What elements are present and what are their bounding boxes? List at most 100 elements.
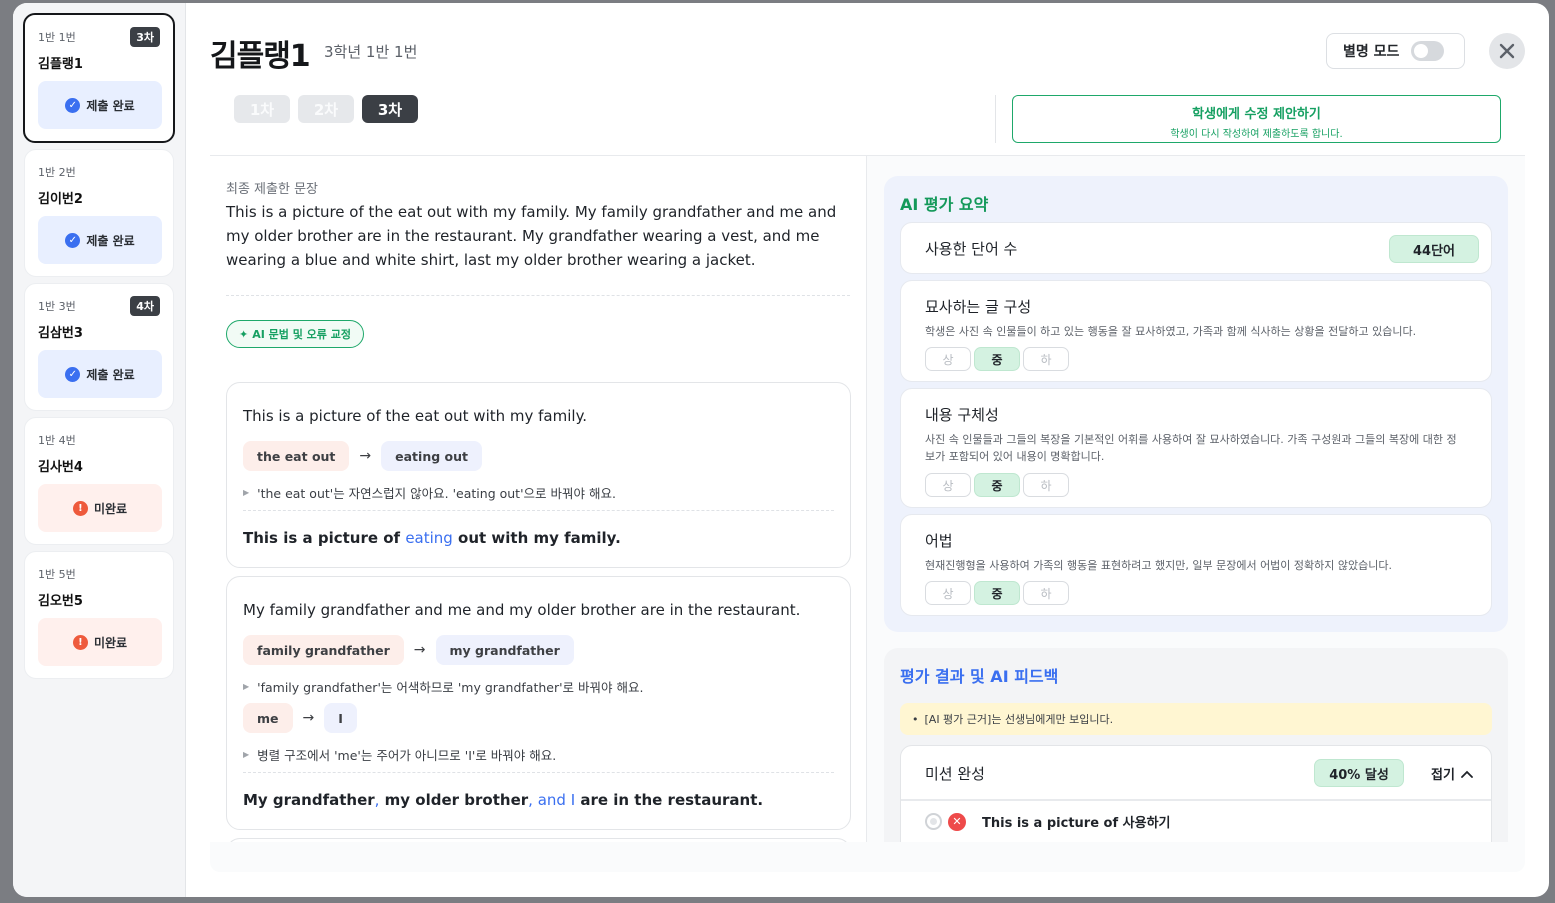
grade-mid[interactable]: 중 [974,347,1020,371]
bullet-triangle-icon: ▶ [243,682,250,691]
criteria-title: 내용 구체성 [925,406,999,424]
student-number: 1반 4번 [38,434,76,447]
bullet-triangle-icon: ▶ [243,750,250,759]
grade-mid[interactable]: 중 [974,473,1020,497]
fix-row: family grandfather → my grandfather [243,635,574,665]
status-label: 제출 완료 [86,98,135,113]
round-badge: 3차 [130,27,160,47]
corrected-phrase: I [324,703,357,733]
error-phrase: the eat out [243,441,350,471]
status-label: 제출 완료 [86,367,135,382]
student-number: 1반 1번 [38,31,76,44]
grade-low[interactable]: 하 [1023,581,1069,605]
student-name: 김사번4 [38,460,83,475]
round-toolbar: 1차 2차 3차 학생에게 수정 제안하기 학생이 다시 작성하여 제출하도록 … [210,83,1525,156]
correction-card: This is a picture of the eat out with my… [226,382,851,568]
corrected-sentence: This is a picture of eating out with my … [243,529,621,547]
grade-low[interactable]: 하 [1023,473,1069,497]
highlighted-fix: and I [532,791,576,809]
grade-high[interactable]: 상 [925,581,971,605]
student-detail-modal: 1반 1번 3차 김플랭1 ✓ 제출 완료 1반 2번 김이번2 ✓ 제출 완료… [13,3,1549,897]
suggest-revision-title: 학생에게 수정 제안하기 [1192,107,1321,122]
grade-high[interactable]: 상 [925,347,971,371]
tab-round-2[interactable]: 2차 [298,95,354,123]
chevron-up-icon [1461,770,1473,778]
status-label: 제출 완료 [86,233,135,248]
bullet-icon: • [912,712,919,726]
status-badge: ! 미완료 [38,618,162,666]
ai-correction-label: AI 문법 및 오류 교정 [252,328,351,341]
status-label: 미완료 [93,501,128,516]
highlighted-fix: eating [405,529,453,547]
page-title: 김플랭1 [210,39,311,74]
criteria-title: 묘사하는 글 구성 [925,298,1032,316]
mission-card: 미션 완성 40% 달성 접기 ✕ This is a picture of 사… [900,745,1492,842]
fix-row: the eat out → eating out [243,441,482,471]
grade-selector: 상 중 하 [925,581,1069,605]
criteria-description: 학생은 사진 속 인물들이 하고 있는 행동을 잘 묘사하였고, 가족과 함께 … [925,325,1417,338]
final-text: are in the restaurant. [575,791,764,809]
original-sentence: My family grandfather and me and my olde… [243,601,801,619]
toggle-switch[interactable] [1411,41,1445,61]
student-number: 1반 2번 [38,166,76,179]
student-card[interactable]: 1반 4번 김사번4 ! 미완료 [24,417,174,545]
status-label: 미완료 [93,635,128,650]
tab-round-1[interactable]: 1차 [234,95,290,123]
fix-explanation: ▶ 'the eat out'는 자연스럽지 않아요. 'eating out'… [243,483,616,502]
final-text: This is a picture of [243,529,406,547]
toolbar-divider [995,95,996,143]
suggest-revision-button[interactable]: 학생에게 수정 제안하기 학생이 다시 작성하여 제출하도록 합니다. [1012,95,1501,143]
student-name: 김오번5 [38,594,83,609]
corrected-phrase: my grandfather [435,635,574,665]
grade-selector: 상 중 하 [925,347,1069,371]
word-count-card: 사용한 단어 수 44단어 [900,222,1492,274]
collapse-button[interactable]: 접기 [1431,764,1473,783]
ai-summary-title: AI 평가 요약 [900,195,989,214]
alert-circle-icon: ! [72,634,88,650]
grade-mid[interactable]: 중 [974,581,1020,605]
student-card[interactable]: 1반 5번 김오번5 ! 미완료 [24,551,174,679]
criteria-description: 현재진행형을 사용하여 가족의 행동을 표현하려고 했지만, 일부 문장에서 어… [925,559,1392,572]
status-badge: ! 미완료 [38,484,162,532]
sparkle-icon: ✦ [239,327,249,341]
mission-item: ✕ This is a picture of 사용하기 [925,812,1171,831]
mission-title: 미션 완성 [925,765,985,783]
student-name: 김이번2 [38,192,83,207]
ai-correction-chip[interactable]: ✦ AI 문법 및 오류 교정 [226,320,364,348]
student-sidebar: 1반 1번 3차 김플랭1 ✓ 제출 완료 1반 2번 김이번2 ✓ 제출 완료… [13,3,186,897]
corrected-phrase: eating out [381,441,482,471]
tab-round-3[interactable]: 3차 [362,95,418,123]
radio-icon[interactable] [925,813,942,830]
close-button[interactable] [1489,33,1525,69]
page-subtitle: 3학년 1반 1번 [324,43,418,61]
explanation-text: 'family grandfather'는 어색하므로 'my grandfat… [257,680,644,695]
fail-x-icon: ✕ [948,812,966,831]
student-name: 김플랭1 [38,57,83,72]
submission-panel: 최종 제출한 문장 This is a picture of the eat o… [210,156,867,842]
divider [243,772,834,773]
final-text: My grandfather [243,791,375,809]
fix-explanation: ▶ 'family grandfather'는 어색하므로 'my grandf… [243,677,643,696]
correction-card [226,838,851,842]
student-number: 1반 3번 [38,300,76,313]
criteria-card: 묘사하는 글 구성 학생은 사진 속 인물들이 하고 있는 행동을 잘 묘사하였… [900,280,1492,382]
student-name: 김삼번3 [38,326,83,341]
anon-mode-toggle[interactable]: 별명 모드 [1326,33,1465,69]
mission-item-label: This is a picture of 사용하기 [982,816,1171,831]
corrected-sentence: My grandfather, my older brother, and I … [243,791,763,809]
word-count-badge: 44단어 [1389,235,1479,263]
error-phrase: me [243,703,293,733]
fix-explanation: ▶ 병렬 구조에서 'me'는 주어가 아니므로 'I'로 바꿔야 해요. [243,745,556,764]
student-card[interactable]: 1반 3번 4차 김삼번3 ✓ 제출 완료 [24,283,174,411]
student-card[interactable]: 1반 1번 3차 김플랭1 ✓ 제출 완료 [23,13,175,143]
student-card[interactable]: 1반 2번 김이번2 ✓ 제출 완료 [24,149,174,277]
grade-low[interactable]: 하 [1023,347,1069,371]
student-number: 1반 5번 [38,568,76,581]
toggle-knob [1414,44,1429,58]
teacher-only-notice: • [AI 평가 근거]는 선생님에게만 보입니다. [900,703,1492,735]
arrow-right-icon: → [302,710,315,726]
arrow-right-icon: → [359,448,372,464]
alert-circle-icon: ! [72,500,88,516]
grade-high[interactable]: 상 [925,473,971,497]
final-text: my older brother [379,791,529,809]
